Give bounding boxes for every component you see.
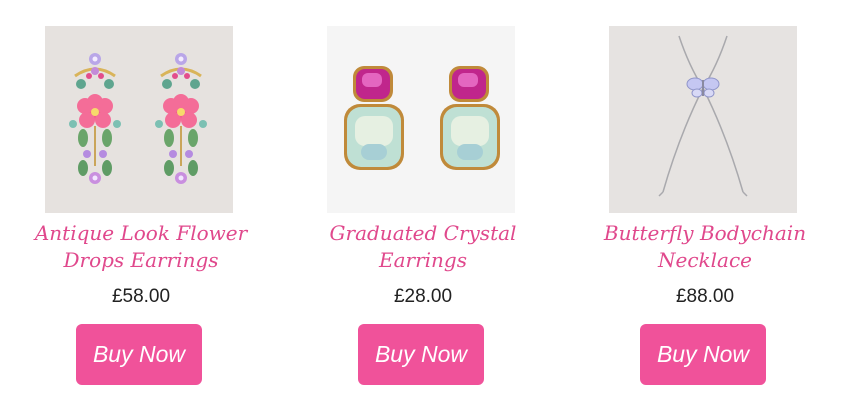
product-title-line: Earrings: [379, 248, 467, 272]
product-card: Butterfly Bodychain Necklace £88.00 Buy …: [564, 0, 846, 411]
product-grid: Antique Look Flower Drops Earrings £58.0…: [0, 0, 858, 411]
product-title-line: Butterfly Bodychain: [603, 221, 807, 245]
buy-now-button[interactable]: Buy Now: [640, 324, 766, 385]
product-title-line: Antique Look Flower: [34, 221, 248, 245]
product-image[interactable]: [327, 26, 515, 213]
product-title-line: Necklace: [657, 248, 752, 272]
product-price: £58.00: [111, 286, 171, 307]
butterfly-bodychain-image: [609, 26, 797, 213]
buy-now-button[interactable]: Buy Now: [76, 324, 202, 385]
product-price: £28.00: [393, 286, 453, 307]
product-image[interactable]: [45, 26, 233, 213]
product-card: Graduated Crystal Earrings £28.00 Buy No…: [282, 0, 564, 411]
product-title-line: Drops Earrings: [63, 248, 219, 272]
product-title-line: Graduated Crystal: [329, 221, 517, 245]
product-price: £88.00: [675, 286, 735, 307]
product-image[interactable]: [609, 26, 797, 213]
product-title-link[interactable]: Butterfly Bodychain Necklace: [564, 220, 846, 274]
product-title-link[interactable]: Antique Look Flower Drops Earrings: [0, 220, 282, 274]
product-card: Antique Look Flower Drops Earrings £58.0…: [0, 0, 282, 411]
product-title-link[interactable]: Graduated Crystal Earrings: [282, 220, 564, 274]
crystal-earrings-image: [327, 26, 515, 213]
buy-now-button[interactable]: Buy Now: [358, 324, 484, 385]
flower-drop-earrings-image: [45, 26, 233, 213]
